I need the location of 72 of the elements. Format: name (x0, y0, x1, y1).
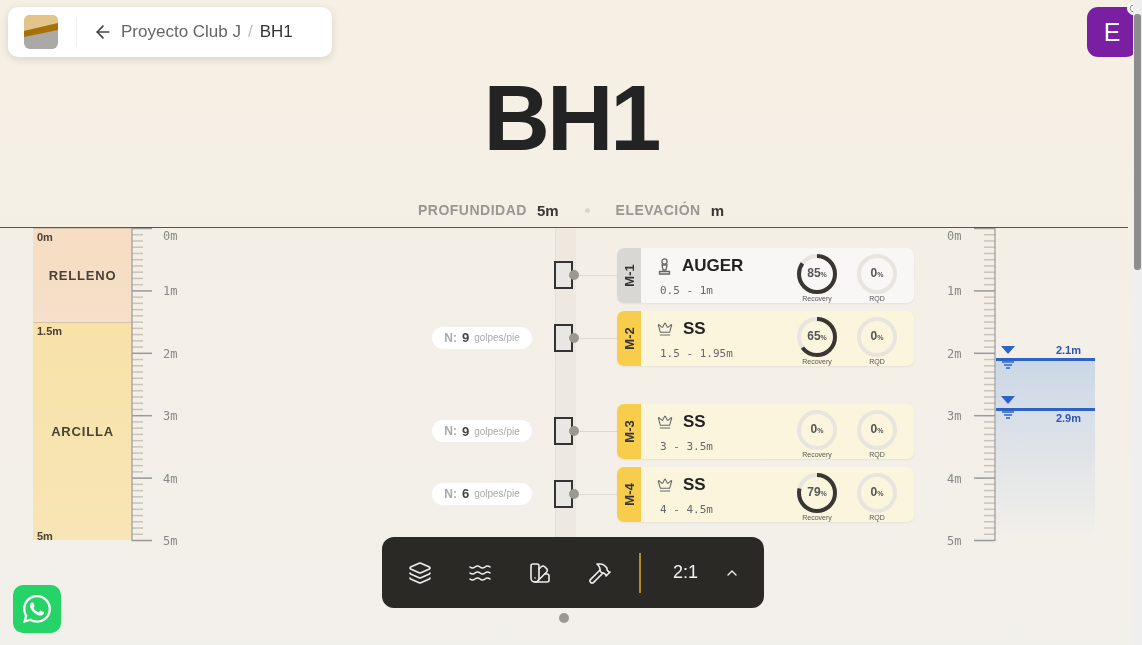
water-level-icon (999, 395, 1017, 422)
depth-label: 5m (163, 534, 178, 548)
depth-label: 1m (947, 284, 962, 299)
blow-prefix: N: (444, 330, 457, 345)
sample-marker (554, 323, 573, 352)
blow-unit: golpes/pie (474, 488, 520, 500)
blow-prefix: N: (444, 424, 457, 439)
sample-type: SS (683, 318, 706, 339)
sample-range: 4 - 4.5m (659, 502, 714, 516)
depth-label: 4m (947, 471, 962, 486)
depth-label: 0m (163, 229, 178, 243)
logo-icon (24, 15, 58, 49)
gauge-ring (795, 252, 839, 297)
swatches-icon (528, 560, 552, 585)
depth-label: 5m (947, 534, 962, 548)
sample-range: 0.5 - 1m (659, 284, 714, 298)
layers-icon (408, 560, 432, 585)
depth-label: 0m (947, 229, 962, 243)
layer-depth: 5m (37, 530, 53, 542)
sample-marker (554, 479, 573, 508)
depth-label: 3m (947, 409, 962, 424)
phone-bubble-icon (21, 593, 53, 625)
crown-icon (657, 476, 673, 493)
crown-icon (657, 320, 673, 337)
project-link[interactable]: Proyecto Club J (121, 22, 241, 42)
summary-value: m (710, 201, 725, 219)
blow-unit: golpes/pie (474, 425, 520, 437)
sample-code: M-2 (621, 326, 637, 350)
sample-code: M-4 (621, 482, 637, 506)
connector-dot (569, 332, 579, 343)
sample-range: 3 - 3.5m (659, 440, 714, 454)
water-level-label: 2.9m (1055, 411, 1081, 424)
sample-type: AUGER (682, 256, 744, 277)
water-level-label: 2.1m (1055, 344, 1081, 357)
gauge-ring (795, 470, 839, 515)
depth-label: 2m (163, 346, 178, 361)
summary-value: 5m (536, 201, 559, 219)
blow-prefix: N: (444, 486, 457, 501)
current-page: BH1 (259, 22, 293, 42)
blow-unit: golpes/pie (474, 332, 520, 344)
connector-dot (569, 270, 579, 281)
sample-type: SS (683, 474, 706, 495)
depth-label: 2m (947, 346, 962, 361)
drag-handle[interactable] (559, 613, 569, 623)
layer-name: ARCILLA (50, 423, 115, 439)
gauge-ring (795, 314, 839, 359)
connector-dot (569, 488, 579, 499)
depth-label: 3m (163, 409, 178, 424)
layer-name: RELLENO (47, 267, 118, 283)
pawn-icon (657, 257, 672, 275)
summary-label: ELEVACIÓN (615, 202, 701, 218)
sample-marker (554, 261, 573, 290)
blow-count: 9 (461, 423, 470, 439)
depth-label: 4m (163, 471, 178, 486)
connector-dot (569, 426, 579, 437)
sample-range: 1.5 - 1.95m (659, 346, 734, 360)
scrollbar[interactable] (1133, 0, 1142, 645)
sample-code: M-3 (621, 420, 637, 443)
blow-count: 9 (461, 330, 470, 346)
crown-icon (657, 414, 673, 431)
layer-depth: 0m (37, 231, 53, 243)
sample-marker (554, 417, 573, 446)
breadcrumb-separator: / (248, 22, 253, 42)
layer-depth: 1.5m (37, 324, 63, 337)
scale-button[interactable]: 2:1 (667, 558, 705, 587)
hammer-icon (588, 560, 612, 585)
borehole-title: BH1 (482, 72, 660, 164)
summary-label: PROFUNDIDAD (417, 202, 527, 218)
sample-code: M-1 (621, 264, 637, 287)
depth-label: 1m (163, 284, 178, 299)
blow-count: 6 (461, 486, 470, 502)
sample-type: SS (683, 412, 706, 433)
